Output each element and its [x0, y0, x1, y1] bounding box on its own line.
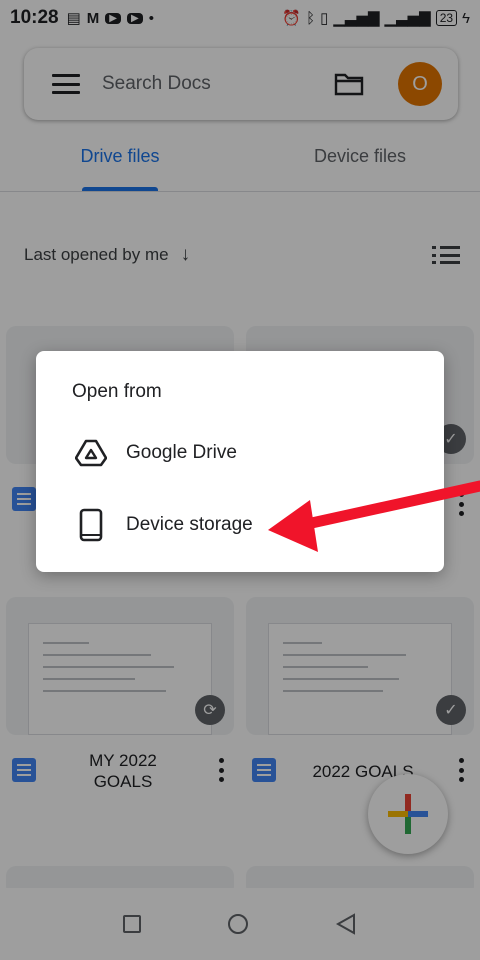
- option-device-storage[interactable]: Device storage: [36, 493, 444, 557]
- option-label: Device storage: [126, 514, 253, 535]
- open-from-dialog: Open from Google Drive Device storage: [36, 351, 444, 572]
- google-drive-icon: [74, 436, 108, 470]
- phone-icon: [74, 508, 108, 542]
- option-label: Google Drive: [126, 442, 237, 463]
- dialog-title: Open from: [72, 381, 162, 402]
- option-google-drive[interactable]: Google Drive: [36, 421, 444, 485]
